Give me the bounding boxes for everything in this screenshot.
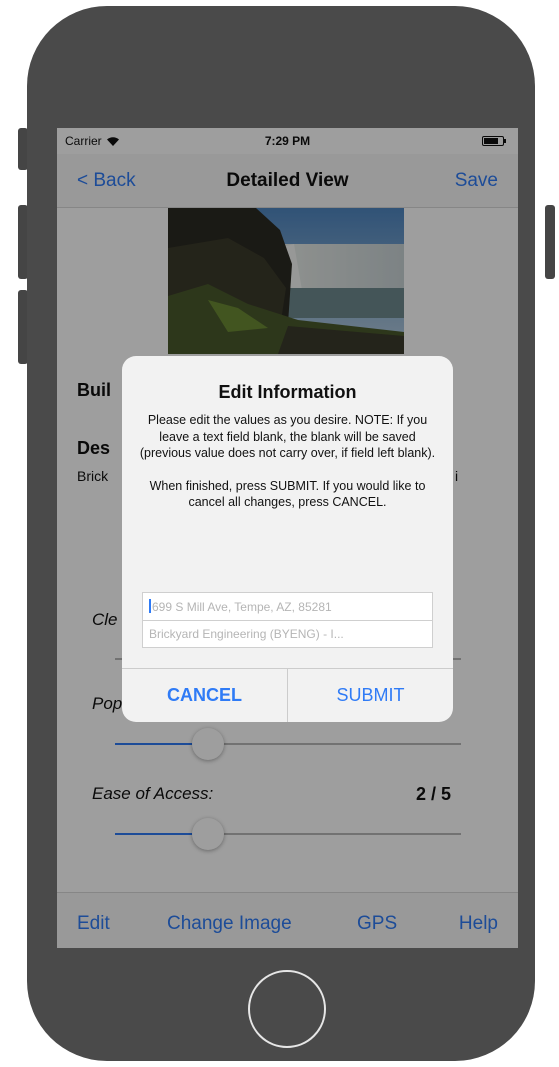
alert-message-note: Please edit the values as you desire. NO…	[139, 413, 436, 460]
building-name-input-placeholder: Brickyard Engineering (BYENG) - I...	[149, 627, 344, 641]
alert-message-instructions: When finished, press SUBMIT. If you woul…	[149, 478, 426, 510]
alert-message: Please edit the values as you desire. NO…	[136, 412, 439, 511]
cancel-button[interactable]: CANCEL	[122, 668, 287, 722]
address-input[interactable]: 699 S Mill Ave, Tempe, AZ, 85281	[142, 592, 433, 620]
text-cursor	[149, 599, 151, 613]
building-name-input[interactable]: Brickyard Engineering (BYENG) - I...	[142, 620, 433, 648]
submit-button[interactable]: SUBMIT	[288, 668, 453, 722]
phone-screen: Carrier 7:29 PM < Back Detailed View Sav…	[57, 128, 518, 948]
edit-information-alert: Edit Information Please edit the values …	[122, 356, 453, 722]
alert-title: Edit Information	[218, 382, 357, 402]
power-button	[545, 205, 555, 279]
home-button[interactable]	[248, 970, 326, 1048]
address-input-placeholder: 699 S Mill Ave, Tempe, AZ, 85281	[152, 600, 332, 614]
